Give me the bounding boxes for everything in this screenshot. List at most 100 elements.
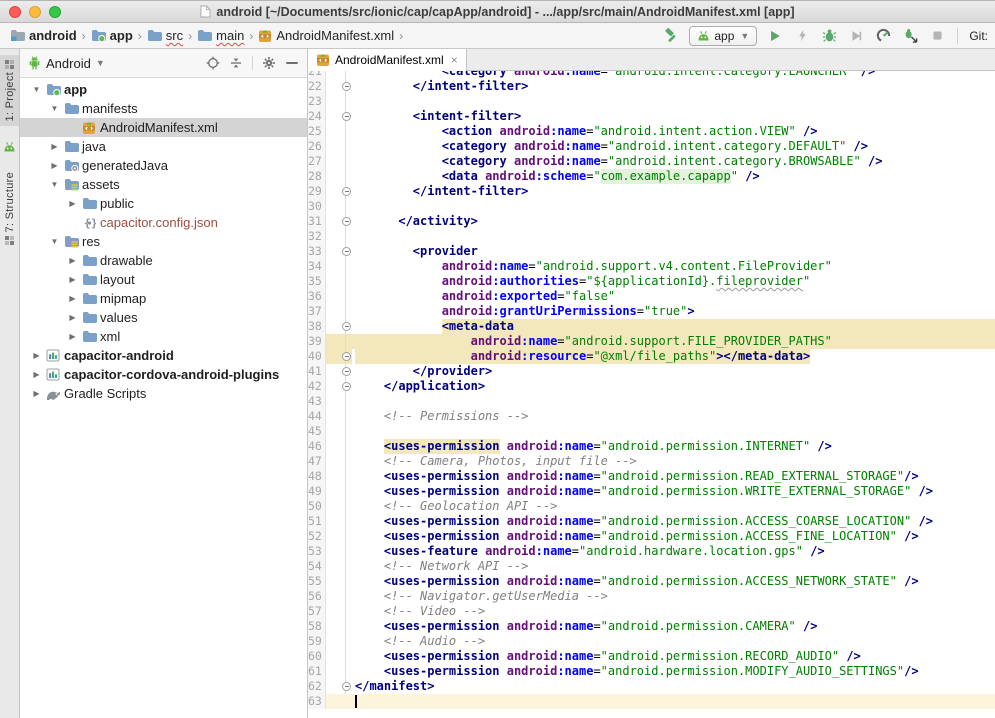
code-line-31[interactable]: 31 </activity>: [308, 214, 995, 229]
tool-window-button-7-structure[interactable]: 7: Structure: [0, 167, 19, 249]
breadcrumb-item-src[interactable]: src: [145, 27, 185, 44]
locate-file-button[interactable]: [204, 54, 222, 72]
code-line-63[interactable]: 63: [308, 694, 995, 709]
project-view-mode[interactable]: Android: [46, 56, 91, 71]
tree-expand-arrow[interactable]: ▼: [47, 237, 62, 246]
code-line-52[interactable]: 52 <uses-permission android:name="androi…: [308, 529, 995, 544]
fold-marker-icon[interactable]: [342, 682, 351, 691]
breadcrumb-item-app[interactable]: app: [89, 27, 135, 44]
run-configuration-select[interactable]: app ▼: [689, 26, 757, 46]
breadcrumb-item-android[interactable]: android: [8, 27, 79, 44]
code-line-34[interactable]: 34 android:name="android.support.v4.cont…: [308, 259, 995, 274]
code-line-38[interactable]: 38 <meta-data: [308, 319, 995, 334]
profiler-button[interactable]: [874, 27, 892, 45]
apply-changes-button[interactable]: [793, 27, 811, 45]
tool-window-button-android[interactable]: [0, 136, 19, 157]
code-line-61[interactable]: 61 <uses-permission android:name="androi…: [308, 664, 995, 679]
code-line-53[interactable]: 53 <uses-feature android:name="android.h…: [308, 544, 995, 559]
tree-expand-arrow[interactable]: ▶: [29, 389, 44, 398]
tree-item-app[interactable]: ▼app: [20, 80, 307, 99]
code-line-37[interactable]: 37 android:grantUriPermissions="true">: [308, 304, 995, 319]
tree-item-java[interactable]: ▶java: [20, 137, 307, 156]
code-line-51[interactable]: 51 <uses-permission android:name="androi…: [308, 514, 995, 529]
collapse-all-button[interactable]: [227, 54, 245, 72]
code-line-62[interactable]: 62</manifest>: [308, 679, 995, 694]
close-tab-icon[interactable]: ×: [451, 53, 458, 67]
fold-marker-icon[interactable]: [342, 382, 351, 391]
code-line-44[interactable]: 44 <!-- Permissions -->: [308, 409, 995, 424]
fold-marker-icon[interactable]: [342, 82, 351, 91]
code-line-54[interactable]: 54 <!-- Network API -->: [308, 559, 995, 574]
code-line-58[interactable]: 58 <uses-permission android:name="androi…: [308, 619, 995, 634]
code-line-24[interactable]: 24 <intent-filter>: [308, 109, 995, 124]
code-line-43[interactable]: 43: [308, 394, 995, 409]
tree-item-manifests[interactable]: ▼manifests: [20, 99, 307, 118]
tree-item-gradle-scripts[interactable]: ▶Gradle Scripts: [20, 384, 307, 403]
fold-marker-icon[interactable]: [342, 247, 351, 256]
breadcrumb-item-androidmanifest-xml[interactable]: AndroidManifest.xml: [256, 27, 396, 44]
tree-expand-arrow[interactable]: ▶: [29, 351, 44, 360]
code-line-56[interactable]: 56 <!-- Navigator.getUserMedia -->: [308, 589, 995, 604]
minimize-window-button[interactable]: [29, 6, 41, 18]
code-line-55[interactable]: 55 <uses-permission android:name="androi…: [308, 574, 995, 589]
tree-item-assets[interactable]: ▼assets: [20, 175, 307, 194]
code-line-60[interactable]: 60 <uses-permission android:name="androi…: [308, 649, 995, 664]
code-line-26[interactable]: 26 <category android:name="android.inten…: [308, 139, 995, 154]
tree-expand-arrow[interactable]: ▶: [29, 370, 44, 379]
close-window-button[interactable]: [9, 6, 21, 18]
attach-debugger-button[interactable]: [901, 27, 919, 45]
code-line-45[interactable]: 45: [308, 424, 995, 439]
code-line-48[interactable]: 48 <uses-permission android:name="androi…: [308, 469, 995, 484]
chevron-down-icon[interactable]: ▼: [96, 58, 105, 68]
code-line-46[interactable]: 46 <uses-permission android:name="androi…: [308, 439, 995, 454]
tree-item-generatedjava[interactable]: ▶generatedJava: [20, 156, 307, 175]
tool-window-button-1-project[interactable]: 1: Project: [0, 55, 19, 126]
code-line-33[interactable]: 33 <provider: [308, 244, 995, 259]
tree-expand-arrow[interactable]: ▶: [47, 161, 62, 170]
fold-marker-icon[interactable]: [342, 217, 351, 226]
tree-item-capacitor-cordova-android-plugins[interactable]: ▶capacitor-cordova-android-plugins: [20, 365, 307, 384]
code-line-32[interactable]: 32: [308, 229, 995, 244]
code-line-30[interactable]: 30: [308, 199, 995, 214]
tree-expand-arrow[interactable]: ▶: [47, 142, 62, 151]
tree-expand-arrow[interactable]: ▶: [65, 313, 80, 322]
code-line-57[interactable]: 57 <!-- Video -->: [308, 604, 995, 619]
tree-item-res[interactable]: ▼res: [20, 232, 307, 251]
fold-marker-icon[interactable]: [342, 367, 351, 376]
tree-item-xml[interactable]: ▶xml: [20, 327, 307, 346]
fold-marker-icon[interactable]: [342, 352, 351, 361]
tree-expand-arrow[interactable]: ▶: [65, 256, 80, 265]
debug-button[interactable]: [820, 27, 838, 45]
tree-expand-arrow[interactable]: ▼: [47, 104, 62, 113]
code-line-49[interactable]: 49 <uses-permission android:name="androi…: [308, 484, 995, 499]
code-line-39[interactable]: 39 android:name="android.support.FILE_PR…: [308, 334, 995, 349]
code-line-27[interactable]: 27 <category android:name="android.inten…: [308, 154, 995, 169]
tree-expand-arrow[interactable]: ▶: [65, 332, 80, 341]
code-line-25[interactable]: 25 <action android:name="android.intent.…: [308, 124, 995, 139]
code-line-28[interactable]: 28 <data android:scheme="com.example.cap…: [308, 169, 995, 184]
tree-item-capacitor-android[interactable]: ▶capacitor-android: [20, 346, 307, 365]
code-line-29[interactable]: 29 </intent-filter>: [308, 184, 995, 199]
code-line-50[interactable]: 50 <!-- Geolocation API -->: [308, 499, 995, 514]
fold-marker-icon[interactable]: [342, 112, 351, 121]
fold-marker-icon[interactable]: [342, 322, 351, 331]
code-line-42[interactable]: 42 </application>: [308, 379, 995, 394]
run-button[interactable]: [766, 27, 784, 45]
code-line-35[interactable]: 35 android:authorities="${applicationId}…: [308, 274, 995, 289]
tree-item-mipmap[interactable]: ▶mipmap: [20, 289, 307, 308]
run-with-coverage-button[interactable]: [847, 27, 865, 45]
zoom-window-button[interactable]: [49, 6, 61, 18]
tree-expand-arrow[interactable]: ▼: [47, 180, 62, 189]
tree-item-capacitor-config-json[interactable]: {}capacitor.config.json: [20, 213, 307, 232]
code-editor[interactable]: 21 <category android:name="android.inten…: [308, 71, 995, 718]
build-button[interactable]: [662, 27, 680, 45]
code-line-59[interactable]: 59 <!-- Audio -->: [308, 634, 995, 649]
tree-expand-arrow[interactable]: ▼: [29, 85, 44, 94]
fold-marker-icon[interactable]: [342, 187, 351, 196]
code-line-47[interactable]: 47 <!-- Camera, Photos, input file -->: [308, 454, 995, 469]
stop-button[interactable]: [928, 27, 946, 45]
code-line-36[interactable]: 36 android:exported="false": [308, 289, 995, 304]
code-line-40[interactable]: 40 android:resource="@xml/file_paths"></…: [308, 349, 995, 364]
tree-item-public[interactable]: ▶public: [20, 194, 307, 213]
tab-androidmanifest[interactable]: AndroidManifest.xml ×: [308, 49, 467, 71]
